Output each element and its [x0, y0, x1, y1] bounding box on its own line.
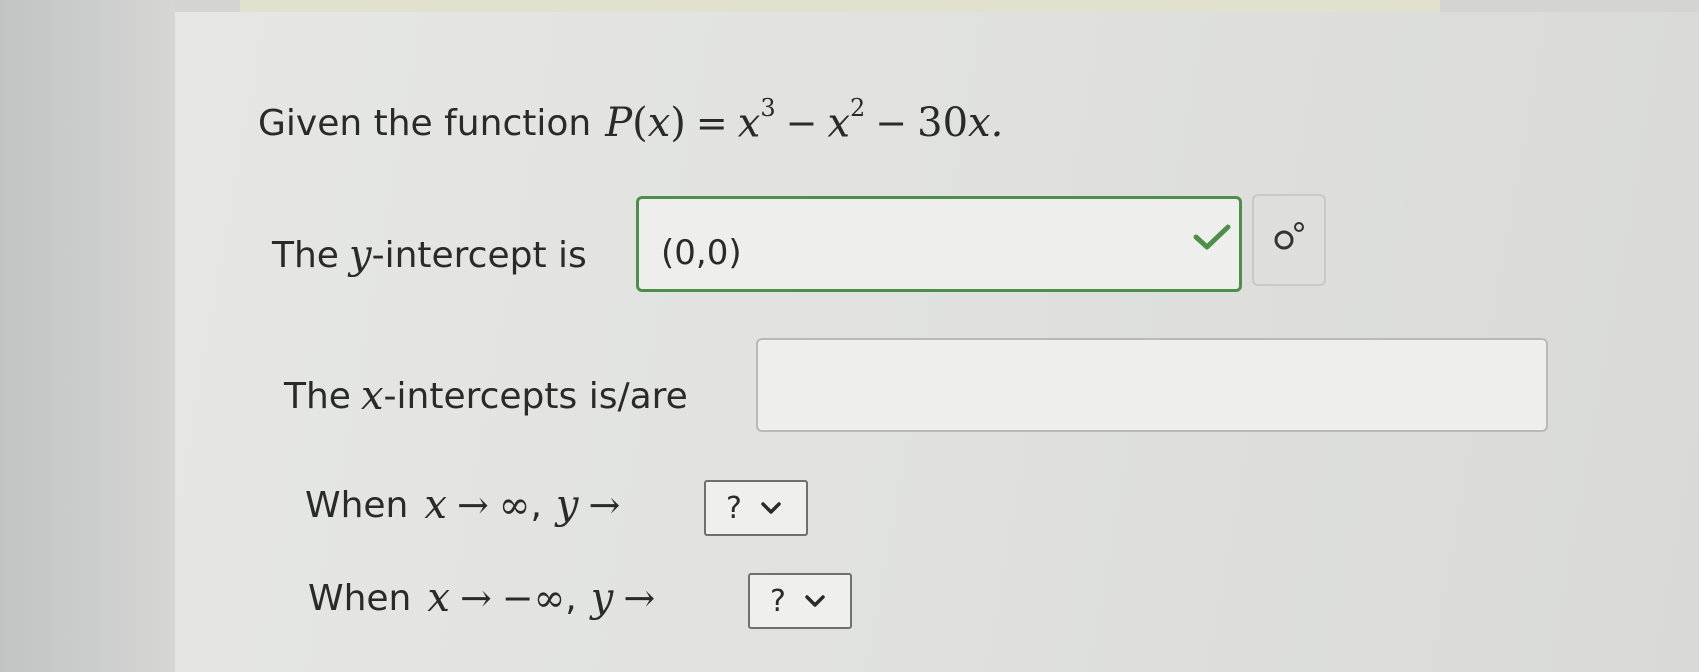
y-intercept-label: The y -intercept is — [272, 232, 587, 278]
y-variable: y — [348, 232, 372, 278]
y-intercept-input[interactable]: (0,0) — [636, 196, 1242, 292]
chevron-down-icon — [761, 502, 781, 514]
problem-prefix: Given the function — [258, 102, 592, 144]
end-behavior-negative-label: When x → −∞ , y → — [308, 575, 656, 621]
arrow-icon: → — [456, 483, 489, 527]
special-symbols-icon — [1274, 222, 1304, 250]
term-cubic: x3 — [737, 94, 776, 147]
term-linear: 30x — [917, 100, 991, 147]
special-symbols-button[interactable] — [1252, 194, 1326, 286]
minus-sign: − — [785, 101, 818, 146]
function-variable: x — [647, 100, 671, 147]
checkmark-icon — [1193, 224, 1231, 250]
arrow-icon: → — [459, 576, 492, 620]
minus-sign: − — [875, 101, 908, 146]
chevron-down-icon — [805, 595, 825, 607]
equals-sign: = — [695, 101, 728, 146]
x-intercepts-input[interactable] — [756, 338, 1548, 432]
function-name: P — [605, 100, 633, 147]
function-expression: P(x) — [605, 100, 686, 147]
background-left-edge — [0, 0, 175, 672]
arrow-icon: → — [623, 576, 656, 620]
end-behavior-positive-select[interactable]: ? — [704, 480, 808, 536]
end-behavior-negative-select[interactable]: ? — [748, 573, 852, 629]
x-intercepts-label: The x -intercepts is/are — [284, 373, 688, 419]
term-quadratic: x2 — [827, 94, 866, 147]
selected-value: ? — [770, 583, 786, 619]
selected-value: ? — [726, 490, 742, 526]
end-behavior-positive-label: When x → ∞ , y → — [305, 482, 621, 528]
arrow-icon: → — [588, 483, 621, 527]
problem-statement: Given the function P(x) = x3 − x2 − 30x … — [258, 94, 1004, 147]
period: . — [990, 100, 1004, 147]
x-variable: x — [360, 373, 384, 419]
y-intercept-value: (0,0) — [661, 233, 742, 273]
